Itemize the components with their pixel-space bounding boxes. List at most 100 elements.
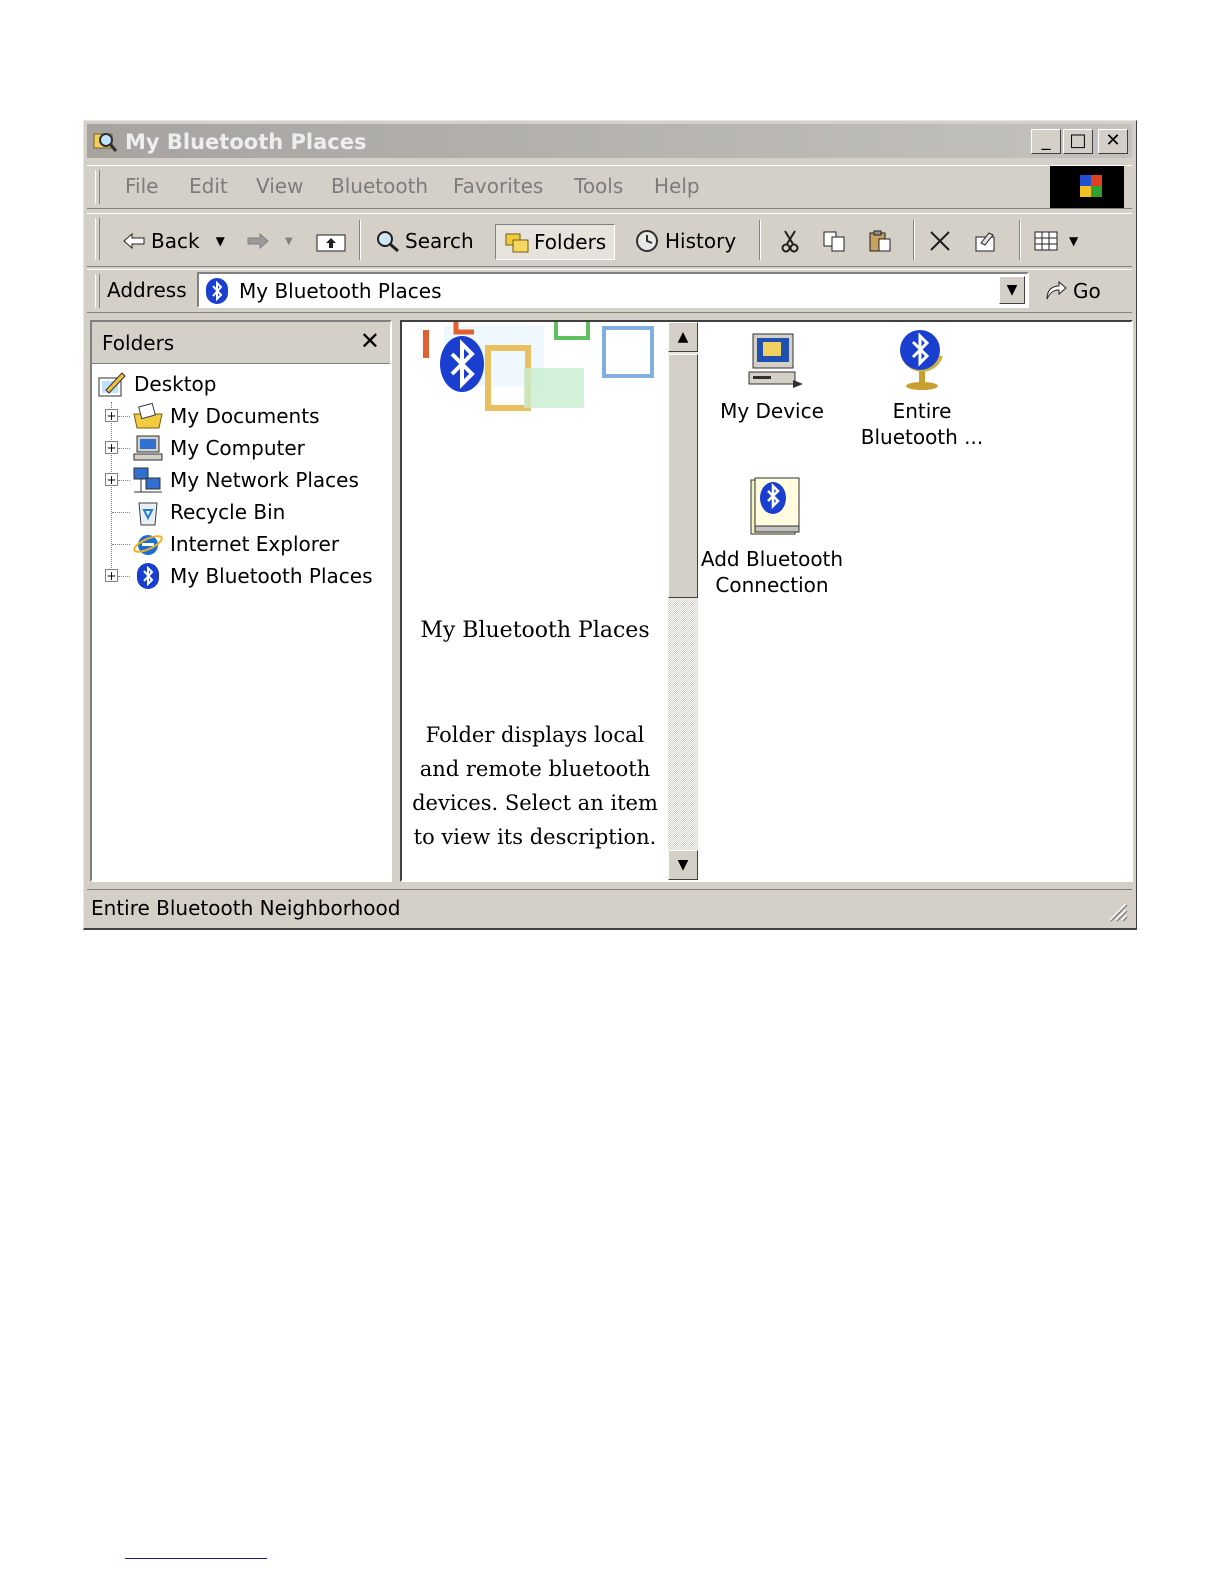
tree-item-my-network-places[interactable]: My Network Places: [132, 465, 359, 495]
item-entire-bluetooth-neighborhood[interactable]: Entire Bluetooth ...: [852, 326, 992, 450]
info-title: My Bluetooth Places: [420, 618, 650, 643]
delete-button[interactable]: [927, 224, 957, 258]
copy-icon: [823, 231, 845, 252]
internet-explorer-icon: [133, 535, 163, 555]
paste-button[interactable]: [867, 224, 897, 258]
history-button[interactable]: History: [635, 224, 736, 258]
tree-item-my-bluetooth-places[interactable]: My Bluetooth Places: [132, 561, 373, 591]
views-dropdown-icon[interactable]: ▼: [1069, 234, 1078, 248]
tree-item-internet-explorer[interactable]: Internet Explorer: [132, 529, 339, 559]
my-device-icon: [748, 333, 803, 388]
views-grid-icon: [1034, 231, 1058, 251]
back-arrow-icon: [123, 232, 145, 250]
address-bar: Address My Bluetooth Places ▼ Go: [87, 269, 1132, 313]
tree-item-my-documents[interactable]: My Documents: [132, 401, 319, 431]
my-documents-icon: [133, 402, 163, 429]
forward-dropdown-icon[interactable]: ▼: [285, 236, 293, 247]
search-label: Search: [405, 229, 474, 253]
tree-connector: [118, 480, 130, 481]
tree-label: My Documents: [170, 404, 320, 428]
back-button[interactable]: Back ▼: [121, 224, 225, 258]
toolbar-separator: [913, 220, 915, 260]
close-button[interactable]: ✕: [1098, 129, 1128, 154]
up-folder-icon: [316, 234, 346, 252]
explore-folder-icon: [93, 133, 117, 152]
toolbar-grip[interactable]: [95, 218, 100, 260]
item-my-device[interactable]: My Device: [712, 330, 832, 424]
bluetooth-banner-graphic: [404, 322, 666, 418]
expand-icon[interactable]: +: [105, 441, 118, 454]
folders-button[interactable]: Folders: [495, 224, 616, 260]
folders-pane: Folders ✕ Desktop + My Documents + My Co…: [90, 320, 392, 882]
properties-button[interactable]: [973, 224, 1003, 258]
menu-tools[interactable]: Tools: [574, 174, 623, 198]
resize-grip-icon[interactable]: [1106, 900, 1128, 922]
menu-bluetooth[interactable]: Bluetooth: [331, 174, 428, 198]
tree-label: Recycle Bin: [170, 500, 286, 524]
copy-button[interactable]: [821, 224, 851, 258]
bluetooth-icon: [137, 563, 159, 589]
folders-title: Folders: [102, 331, 175, 355]
close-folders-icon[interactable]: ✕: [360, 327, 380, 355]
item-label: My Device: [720, 399, 824, 423]
views-button[interactable]: ▼: [1033, 224, 1078, 258]
forward-button[interactable]: ▼: [245, 224, 293, 258]
status-bar: Entire Bluetooth Neighborhood: [87, 889, 1132, 926]
expand-icon[interactable]: +: [105, 473, 118, 486]
menu-favorites[interactable]: Favorites: [453, 174, 543, 198]
tree-label: My Network Places: [170, 468, 359, 492]
tree-item-my-computer[interactable]: My Computer: [132, 433, 305, 463]
delete-x-icon: [930, 231, 950, 251]
address-dropdown-icon[interactable]: ▼: [999, 276, 1025, 304]
bluetooth-icon: [206, 278, 228, 304]
tree-item-recycle-bin[interactable]: Recycle Bin: [132, 497, 285, 527]
scroll-up-icon[interactable]: ▲: [668, 322, 698, 352]
minimize-button[interactable]: _: [1031, 129, 1061, 154]
maximize-button[interactable]: □: [1063, 129, 1093, 154]
address-grip[interactable]: [95, 274, 100, 308]
tree-label: My Bluetooth Places: [170, 564, 373, 588]
item-label: Add Bluetooth: [700, 547, 844, 571]
tree-label: My Computer: [170, 436, 305, 460]
go-button[interactable]: Go: [1043, 274, 1113, 308]
window-title: My Bluetooth Places: [125, 130, 367, 154]
menu-bar: File Edit View Bluetooth Favorites Tools…: [87, 165, 1132, 209]
cut-button[interactable]: [777, 224, 807, 258]
history-icon: [636, 230, 658, 252]
search-button[interactable]: Search: [375, 224, 474, 258]
scroll-thumb[interactable]: [668, 354, 698, 598]
title-bar[interactable]: My Bluetooth Places _ □ ✕: [87, 124, 1132, 158]
menu-grip[interactable]: [95, 170, 100, 204]
scroll-down-icon[interactable]: ▼: [668, 850, 698, 880]
info-pane-scrollbar[interactable]: ▲ ▼: [668, 322, 698, 880]
back-dropdown-icon[interactable]: ▼: [216, 234, 225, 248]
address-input[interactable]: My Bluetooth Places ▼: [197, 272, 1029, 308]
tree-connector: [118, 416, 130, 417]
item-add-bluetooth-connection[interactable]: Add Bluetooth Connection: [698, 474, 846, 598]
address-label: Address: [107, 278, 187, 302]
info-description: Folder displays local and remote bluetoo…: [412, 723, 658, 849]
add-connection-icon: [750, 477, 800, 535]
menu-help[interactable]: Help: [654, 174, 700, 198]
up-folder-button[interactable]: [315, 224, 351, 258]
scissors-icon: [781, 230, 799, 253]
menu-file[interactable]: File: [125, 174, 158, 198]
my-computer-icon: [133, 435, 163, 461]
address-value: My Bluetooth Places: [239, 279, 442, 303]
toolbar: Back ▼ ▼ Search Folders History ▼: [87, 213, 1132, 267]
web-view-info-pane: My Bluetooth Places Folder displays loca…: [402, 322, 668, 880]
expand-icon[interactable]: +: [105, 569, 118, 582]
toolbar-separator: [359, 220, 361, 260]
menu-view[interactable]: View: [256, 174, 303, 198]
expand-icon[interactable]: +: [105, 409, 118, 422]
toolbar-separator: [759, 220, 761, 260]
menu-edit[interactable]: Edit: [189, 174, 228, 198]
back-label: Back: [151, 229, 200, 253]
content-pane: My Bluetooth Places Folder displays loca…: [400, 320, 1133, 882]
status-text: Entire Bluetooth Neighborhood: [91, 896, 401, 920]
tree-connector: [118, 448, 130, 449]
tree-label: Internet Explorer: [170, 532, 340, 556]
toolbar-separator: [1019, 220, 1021, 260]
tree-item-desktop[interactable]: Desktop: [96, 369, 216, 399]
recycle-bin-icon: [138, 502, 158, 526]
